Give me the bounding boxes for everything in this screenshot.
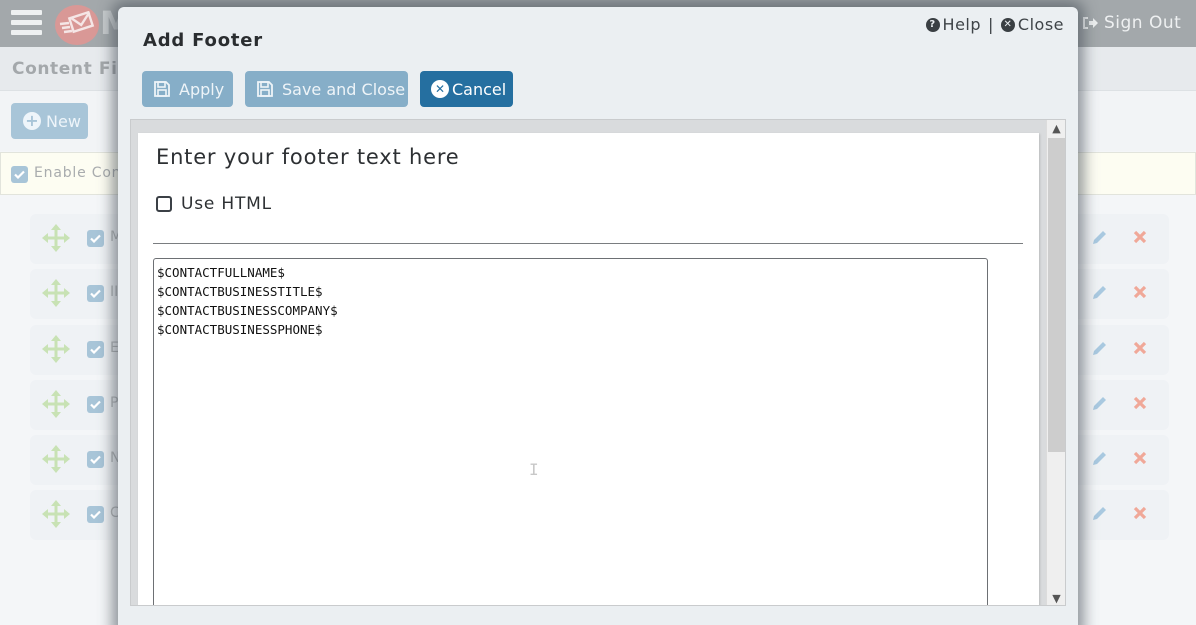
editor-page: Enter your footer text here Use HTML I (138, 133, 1039, 605)
dialog-title: Add Footer (143, 30, 263, 51)
move-handle-icon[interactable] (42, 445, 70, 477)
item-enabled-checkbox[interactable] (87, 341, 104, 358)
item-enabled-checkbox[interactable] (87, 285, 104, 302)
close-label: Close (1017, 15, 1064, 34)
footer-text-input[interactable] (153, 258, 988, 605)
use-html-label: Use HTML (181, 194, 272, 214)
scroll-down-icon[interactable]: ▼ (1047, 590, 1065, 605)
scrollbar-thumb[interactable] (1048, 138, 1065, 452)
move-handle-icon[interactable] (42, 335, 70, 367)
enable-checkbox[interactable] (11, 166, 28, 183)
pencil-icon[interactable] (1090, 284, 1108, 306)
move-handle-icon[interactable] (42, 500, 70, 532)
page-title: Content Fil (12, 59, 124, 79)
editor-frame: Enter your footer text here Use HTML I ▲… (130, 119, 1066, 606)
enable-label: Enable Con (34, 165, 122, 181)
delete-x-icon[interactable] (1133, 395, 1147, 414)
delete-x-icon[interactable] (1133, 505, 1147, 524)
menu-icon[interactable] (11, 10, 42, 38)
help-icon: ? (925, 17, 940, 32)
delete-x-icon[interactable] (1133, 340, 1147, 359)
save-icon (257, 81, 273, 97)
sign-out-label: Sign Out (1104, 13, 1182, 33)
item-enabled-checkbox[interactable] (87, 230, 104, 247)
editor-heading: Enter your footer text here (156, 145, 460, 169)
item-enabled-checkbox[interactable] (87, 506, 104, 523)
cancel-label: Cancel (452, 79, 507, 99)
help-link[interactable]: ? Help (925, 15, 982, 34)
help-label: Help (942, 15, 982, 34)
use-html-checkbox[interactable] (156, 196, 172, 212)
apply-button[interactable]: Apply (142, 71, 233, 107)
use-html-toggle[interactable]: Use HTML (156, 194, 272, 214)
pencil-icon[interactable] (1090, 340, 1108, 362)
move-handle-icon[interactable] (42, 224, 70, 256)
save-icon (154, 81, 170, 97)
dialog-links: ? Help | ✕ Close (925, 15, 1064, 34)
pencil-icon[interactable] (1090, 505, 1108, 527)
delete-x-icon[interactable] (1133, 450, 1147, 469)
link-separator: | (988, 15, 994, 34)
delete-x-icon[interactable] (1133, 284, 1147, 303)
new-button-label: New (46, 111, 81, 131)
divider (153, 243, 1023, 244)
pencil-icon[interactable] (1090, 229, 1108, 251)
text-cursor-icon: I (529, 460, 539, 479)
move-handle-icon[interactable] (42, 279, 70, 311)
new-button[interactable]: + New (11, 103, 88, 139)
item-enabled-checkbox[interactable] (87, 451, 104, 468)
app-logo (55, 5, 99, 45)
sign-out-link[interactable]: Sign Out (1082, 13, 1181, 33)
plus-circle-icon: + (23, 112, 41, 130)
item-enabled-checkbox[interactable] (87, 396, 104, 413)
close-circle-icon: ✕ (1000, 17, 1015, 32)
move-handle-icon[interactable] (42, 390, 70, 422)
close-link[interactable]: ✕ Close (1000, 15, 1064, 34)
add-footer-dialog: Add Footer ? Help | ✕ Close Apply Save a… (118, 7, 1078, 625)
cancel-circle-icon: ✕ (431, 80, 449, 98)
envelope-icon (59, 11, 95, 34)
delete-x-icon[interactable] (1133, 229, 1147, 248)
cancel-button[interactable]: ✕ Cancel (420, 71, 513, 107)
pencil-icon[interactable] (1090, 450, 1108, 472)
apply-label: Apply (179, 79, 225, 99)
editor-scrollbar[interactable]: ▲ ▼ (1046, 120, 1065, 605)
pencil-icon[interactable] (1090, 395, 1108, 417)
save-and-close-button[interactable]: Save and Close (245, 71, 408, 107)
sign-out-icon (1083, 17, 1098, 29)
save-and-close-label: Save and Close (282, 79, 406, 99)
scroll-up-icon[interactable]: ▲ (1047, 120, 1065, 137)
